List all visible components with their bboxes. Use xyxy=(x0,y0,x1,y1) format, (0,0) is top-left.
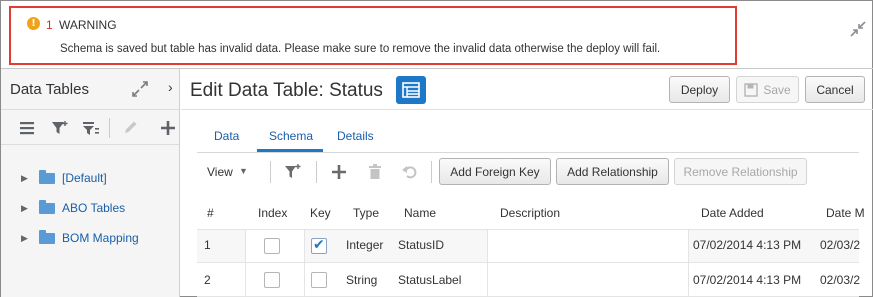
tree-item-label[interactable]: ABO Tables xyxy=(62,201,125,215)
type-cell: Integer xyxy=(346,238,384,252)
remove-relationship-button[interactable]: Remove Relationship xyxy=(674,158,807,185)
page-title: Edit Data Table: Status xyxy=(190,80,383,101)
toolbar-separator xyxy=(316,161,317,183)
date-modified-cell: 02/03/2 xyxy=(820,238,861,252)
index-checkbox[interactable] xyxy=(264,272,280,288)
table-icon[interactable] xyxy=(396,76,426,104)
left-panel-toolbar xyxy=(1,109,179,145)
tree-item-label[interactable]: [Default] xyxy=(62,171,107,185)
folder-icon xyxy=(39,169,55,184)
index-checkbox[interactable] xyxy=(264,238,280,254)
toolbar-separator xyxy=(270,161,271,183)
add-relationship-button[interactable]: Add Relationship xyxy=(556,158,669,185)
left-panel-title: Data Tables xyxy=(10,81,89,98)
key-checkbox[interactable] xyxy=(311,272,327,288)
tree-item-bom-mapping[interactable]: ▶ BOM Mapping xyxy=(21,229,139,247)
column-header-name[interactable]: Name xyxy=(404,206,436,220)
key-checkbox[interactable]: ✔ xyxy=(311,237,327,254)
column-header-date-modified[interactable]: Date M xyxy=(826,206,865,220)
divider xyxy=(197,152,859,153)
left-panel: Data Tables › ▶ [Default] ▶ ABO Tables ▶… xyxy=(1,69,180,297)
chevron-right-icon[interactable]: ▶ xyxy=(21,233,29,244)
delete-icon[interactable] xyxy=(366,163,384,181)
add-filter-icon[interactable] xyxy=(284,163,302,181)
toolbar-separator xyxy=(109,118,110,138)
remove-relationship-label: Remove Relationship xyxy=(683,164,798,179)
warning-banner: ! 1 WARNING Schema is saved but table ha… xyxy=(9,6,737,65)
warning-message: Schema is saved but table has invalid da… xyxy=(60,43,661,55)
column-header-number: # xyxy=(207,206,214,220)
warning-count: 1 xyxy=(46,18,53,32)
row-number: 2 xyxy=(204,273,211,287)
description-cell[interactable] xyxy=(487,263,689,296)
save-icon xyxy=(744,82,759,97)
undo-icon[interactable] xyxy=(401,163,419,181)
column-header-type[interactable]: Type xyxy=(353,206,379,220)
deploy-label: Deploy xyxy=(680,82,719,97)
warning-title: WARNING xyxy=(59,18,117,32)
save-button[interactable]: Save xyxy=(736,76,799,103)
chevron-right-icon[interactable]: ▶ xyxy=(21,203,29,214)
date-modified-cell: 02/03/2 xyxy=(820,273,861,287)
chevron-right-icon[interactable]: ▶ xyxy=(21,173,29,184)
name-cell: StatusID xyxy=(398,238,445,252)
edit-icon[interactable] xyxy=(122,120,140,136)
add-foreign-key-button[interactable]: Add Foreign Key xyxy=(439,158,551,185)
view-menu[interactable]: View xyxy=(207,165,233,179)
expand-icon[interactable] xyxy=(132,81,148,97)
column-header-index[interactable]: Index xyxy=(258,206,287,220)
folder-icon xyxy=(39,229,55,244)
tab-data[interactable]: Data xyxy=(214,129,239,143)
folder-icon xyxy=(39,199,55,214)
add-relationship-label: Add Relationship xyxy=(567,164,658,179)
tree-item-abo-tables[interactable]: ▶ ABO Tables xyxy=(21,199,125,217)
tab-schema[interactable]: Schema xyxy=(269,129,313,143)
filter-list-icon[interactable] xyxy=(82,120,100,136)
collapse-panel-icon[interactable]: › xyxy=(168,79,173,95)
collapse-icon[interactable] xyxy=(849,20,867,38)
save-label: Save xyxy=(763,82,791,97)
cancel-button[interactable]: Cancel xyxy=(805,76,865,103)
add-icon[interactable] xyxy=(330,163,348,181)
add-icon[interactable] xyxy=(159,120,177,136)
tab-details[interactable]: Details xyxy=(337,129,374,143)
date-added-cell: 07/02/2014 4:13 PM xyxy=(693,238,802,252)
column-header-date-added[interactable]: Date Added xyxy=(701,206,764,220)
date-added-cell: 07/02/2014 4:13 PM xyxy=(693,273,802,287)
add-filter-icon[interactable] xyxy=(51,120,69,136)
tree-item-label[interactable]: BOM Mapping xyxy=(62,231,139,245)
list-icon[interactable] xyxy=(18,120,36,136)
toolbar-separator xyxy=(431,161,432,183)
description-cell[interactable] xyxy=(487,230,689,262)
column-header-description[interactable]: Description xyxy=(500,206,560,220)
type-cell: String xyxy=(346,273,378,287)
column-header-key[interactable]: Key xyxy=(310,206,331,220)
row-number: 1 xyxy=(204,238,211,252)
caret-down-icon[interactable]: ▼ xyxy=(239,166,248,176)
name-cell: StatusLabel xyxy=(398,273,462,287)
add-foreign-key-label: Add Foreign Key xyxy=(450,164,540,179)
divider xyxy=(181,109,873,110)
check-icon: ✔ xyxy=(313,237,325,253)
cancel-label: Cancel xyxy=(816,82,854,97)
tree-item-default[interactable]: ▶ [Default] xyxy=(21,169,107,187)
deploy-button[interactable]: Deploy xyxy=(669,76,730,103)
warning-icon: ! xyxy=(27,17,40,30)
